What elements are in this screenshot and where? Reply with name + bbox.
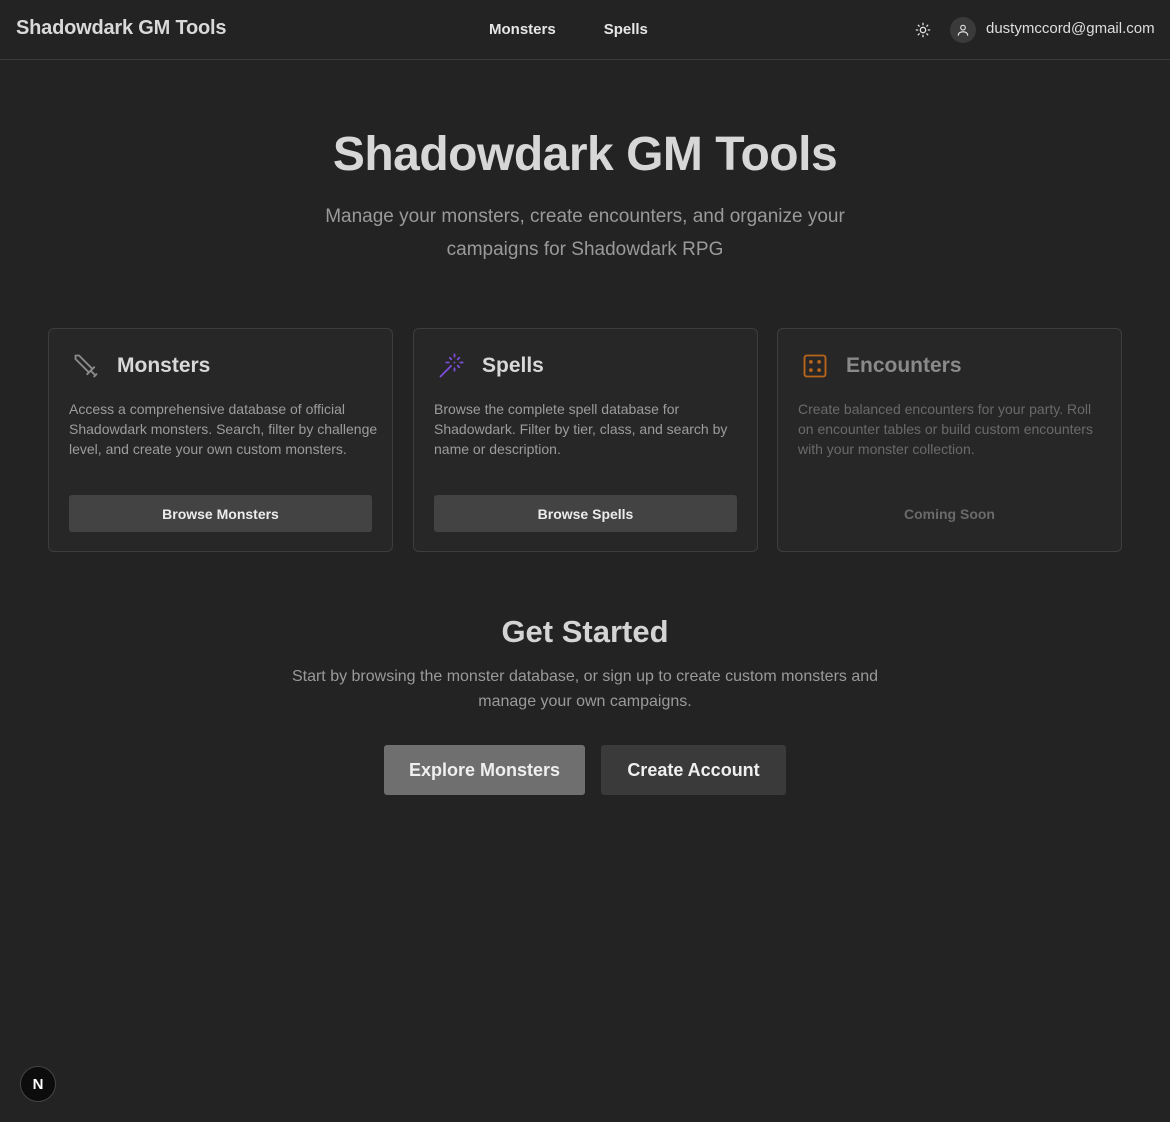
card-title: Spells	[482, 354, 544, 377]
explore-monsters-button[interactable]: Explore Monsters	[384, 745, 585, 795]
nextjs-icon[interactable]: N	[20, 1066, 56, 1102]
coming-soon-label: Coming Soon	[904, 505, 995, 522]
card-title: Encounters	[846, 354, 962, 377]
encounters-card: Encounters Create balanced encounters fo…	[777, 328, 1122, 552]
top-navbar: Shadowdark GM Tools Monsters Spells dust…	[0, 0, 1170, 60]
sun-icon	[915, 22, 931, 38]
card-description: Browse the complete spell database for S…	[434, 401, 728, 457]
magic-wand-icon	[436, 351, 466, 381]
user-email[interactable]: dustymccord@gmail.com	[986, 20, 1155, 37]
hero-title: Shadowdark GM Tools	[332, 128, 838, 181]
monsters-card: Monsters Access a comprehensive database…	[48, 328, 393, 552]
card-title: Monsters	[117, 354, 211, 377]
dev-badge-label: N	[32, 1075, 44, 1093]
dice-icon	[800, 351, 830, 381]
get-started-title: Get Started	[501, 614, 669, 649]
hero-subtitle: Manage your monsters, create encounters,…	[325, 206, 845, 260]
card-description: Access a comprehensive database of offic…	[69, 401, 378, 457]
sword-icon	[71, 351, 101, 381]
spells-card: Spells Browse the complete spell databas…	[413, 328, 758, 552]
card-description: Create balanced encounters for your part…	[798, 401, 1093, 457]
nav-spells[interactable]: Spells	[604, 21, 648, 38]
nav-monsters[interactable]: Monsters	[489, 21, 556, 38]
browse-spells-button[interactable]: Browse Spells	[434, 495, 737, 532]
user-icon	[957, 24, 969, 36]
browse-monsters-button[interactable]: Browse Monsters	[69, 495, 372, 532]
main-nav: Monsters Spells	[489, 21, 648, 38]
user-avatar[interactable]	[950, 17, 976, 43]
create-account-button[interactable]: Create Account	[601, 745, 786, 795]
get-started-subtitle: Start by browsing the monster database, …	[291, 668, 879, 710]
brand-link[interactable]: Shadowdark GM Tools	[16, 17, 226, 40]
theme-toggle-button[interactable]	[911, 18, 935, 42]
